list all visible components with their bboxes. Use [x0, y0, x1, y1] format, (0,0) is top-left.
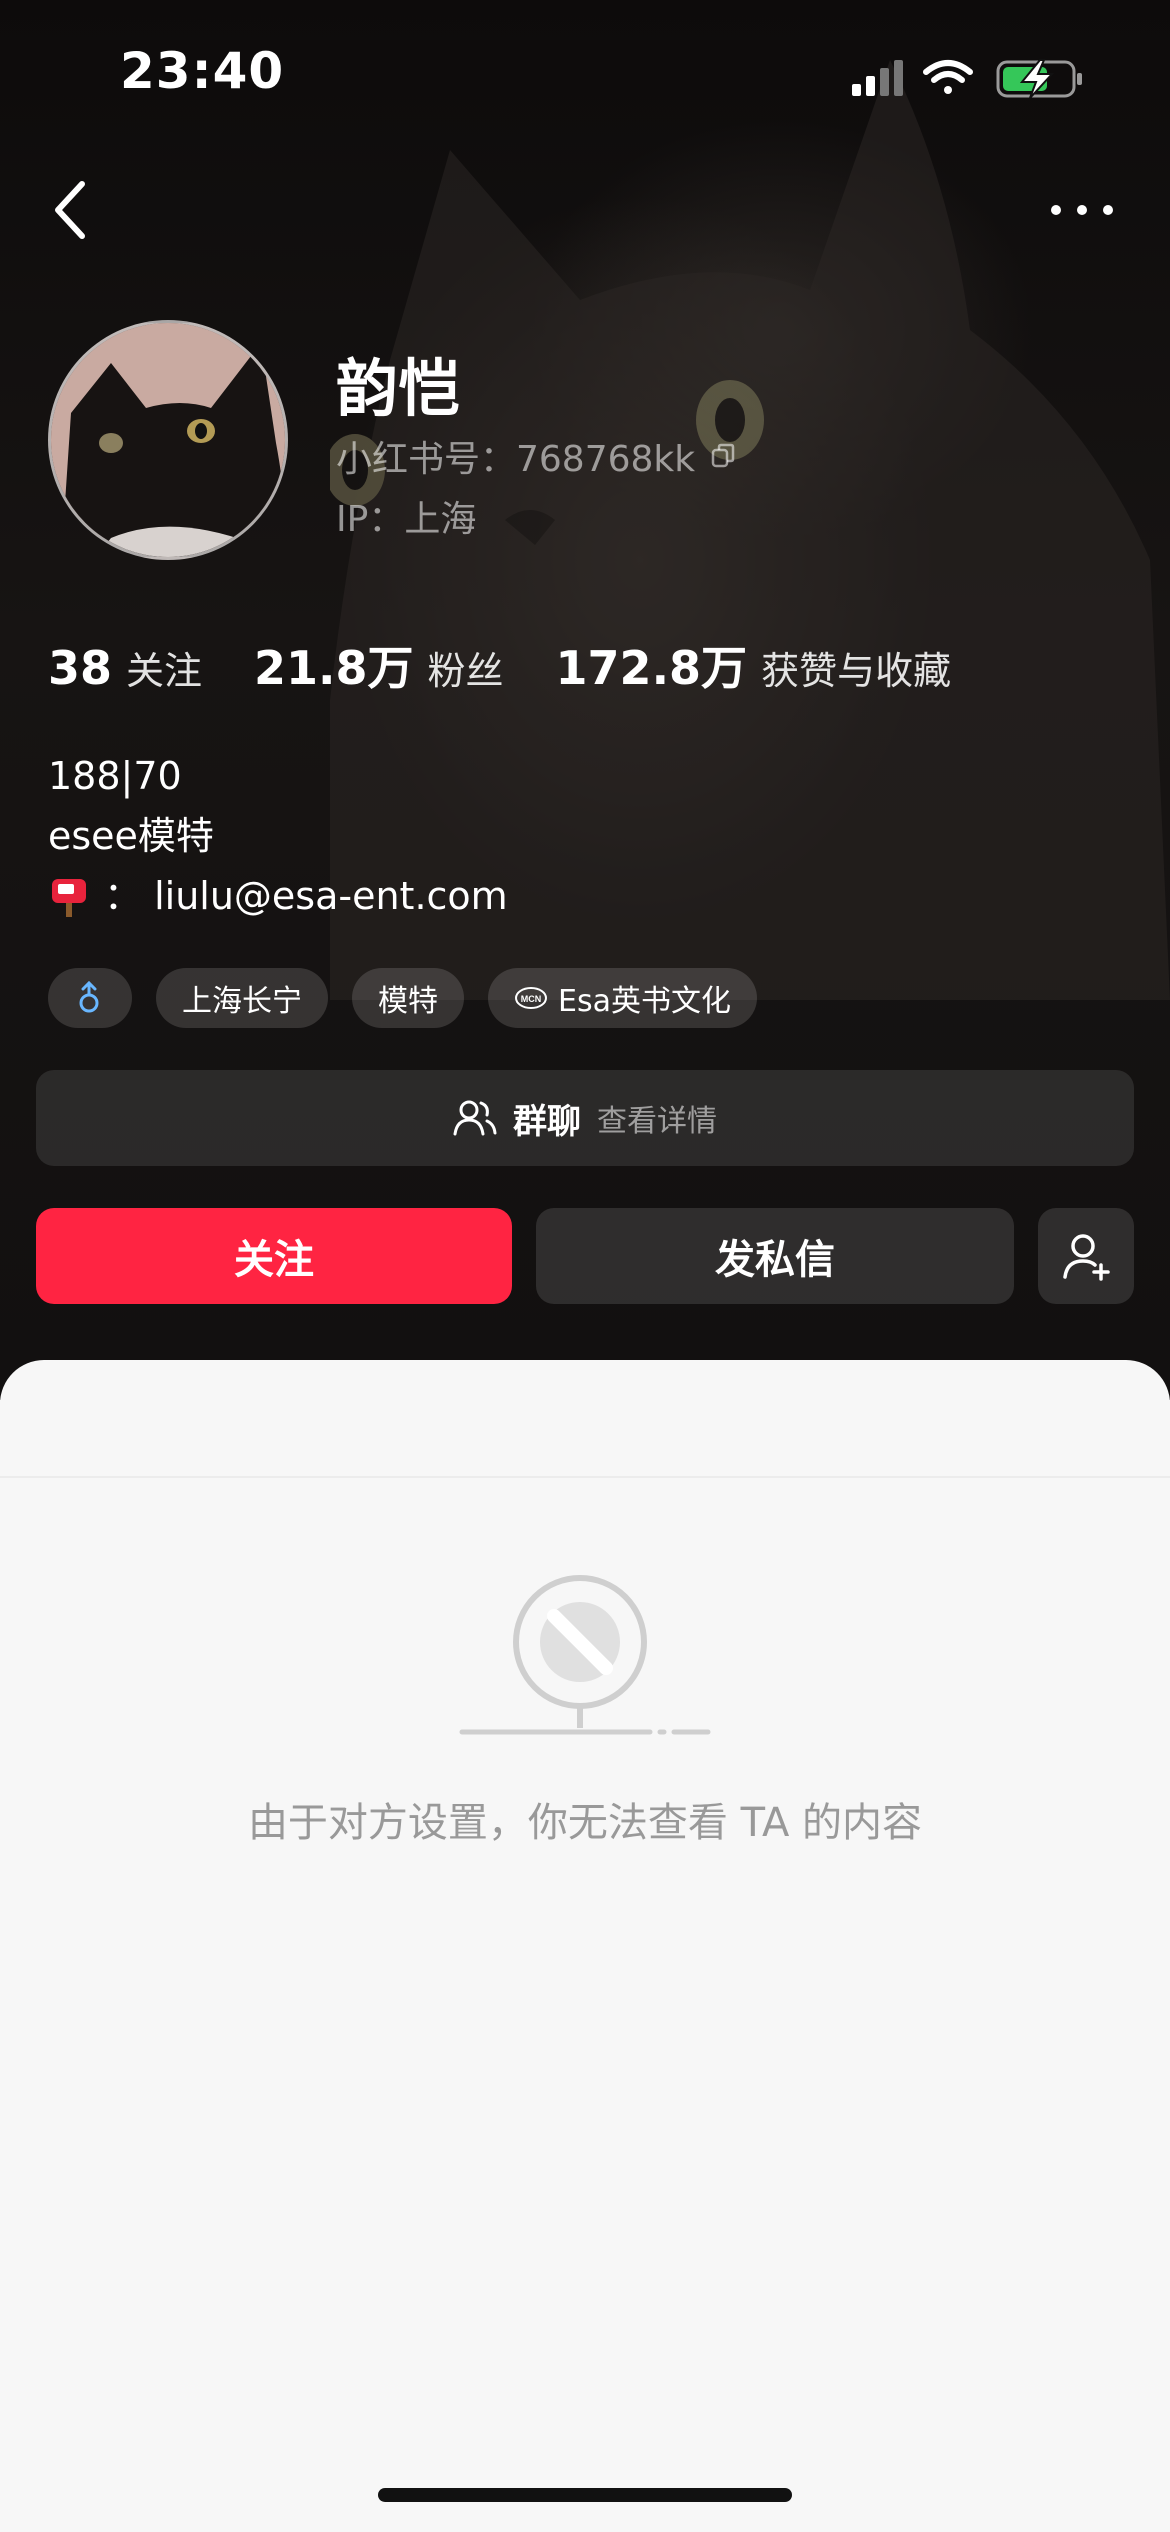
wifi-icon	[923, 60, 973, 94]
tag-label: Esa英书文化	[558, 984, 731, 1019]
chevron-left-icon[interactable]	[44, 170, 104, 250]
copy-icon[interactable]	[709, 442, 737, 470]
bio-contact-line: ： liulu@esa-ent.com	[48, 866, 508, 926]
tag-location: 上海长宁	[156, 968, 328, 1028]
stat-label: 粉丝	[427, 649, 504, 693]
ip-location: IP：上海	[336, 499, 477, 540]
content-sheet: 由于对方设置，你无法查看 TA 的内容	[0, 1360, 1170, 2532]
svg-text:MCN: MCN	[521, 994, 542, 1004]
bio-line: esee模特	[48, 814, 214, 858]
bio: 188|70 esee模特 ： liulu@esa-ent.com	[48, 746, 508, 926]
stat-value: 172.8万	[555, 641, 748, 695]
tag-occupation: 模特	[352, 968, 464, 1028]
restricted-content-icon	[459, 1575, 711, 1735]
profile-page: 23:40 韵恺 小红书号：768768kk IP：上海 38 关注 21.8万…	[0, 0, 1170, 2532]
mailbox-emoji	[52, 879, 86, 917]
follow-button[interactable]: 关注	[36, 1208, 512, 1304]
stat-value: 38	[48, 641, 113, 695]
avatar[interactable]	[48, 320, 288, 560]
display-name: 韵恺	[336, 352, 461, 425]
stat-label: 关注	[126, 649, 203, 693]
bio-line: 188|70	[48, 754, 182, 798]
tag-mcn[interactable]: MCN Esa英书文化	[488, 968, 757, 1028]
bio-email: ： liulu@esa-ent.com	[104, 874, 508, 918]
tag-gender	[48, 968, 132, 1028]
cellular-signal-icon	[852, 60, 903, 96]
status-icons	[852, 59, 1082, 99]
stat-following[interactable]: 38 关注	[48, 640, 202, 695]
status-time: 23:40	[120, 42, 285, 100]
tag-label: 模特	[378, 984, 438, 1019]
stat-label: 获赞与收藏	[761, 649, 952, 693]
empty-state-message: 由于对方设置，你无法查看 TA 的内容	[247, 1800, 923, 1846]
group-chat-subtitle: 查看详情	[597, 1104, 717, 1139]
send-message-button[interactable]: 发私信	[536, 1208, 1014, 1304]
divider	[0, 1476, 1170, 1478]
avatar-cat-photo	[51, 323, 285, 557]
user-id: 小红书号：768768kk	[336, 439, 696, 480]
male-gender-icon	[79, 981, 99, 1013]
group-chat-card[interactable]: 群聊 查看详情	[36, 1070, 1134, 1166]
home-indicator[interactable]	[378, 2488, 792, 2502]
stat-likes-and-collects[interactable]: 172.8万 获赞与收藏	[556, 632, 952, 698]
stat-followers[interactable]: 21.8万 粉丝	[254, 632, 504, 698]
add-friend-button[interactable]	[1038, 1208, 1134, 1304]
tag-label: 上海长宁	[182, 984, 302, 1019]
battery-charging-icon	[996, 59, 1082, 99]
status-bar: 23:40	[0, 0, 1170, 150]
profile-actions: 关注 发私信	[36, 1208, 1134, 1304]
add-user-icon	[1063, 1234, 1110, 1281]
stat-value: 21.8万	[254, 641, 414, 695]
tag-list: 上海长宁 模特 MCN Esa英书文化	[48, 968, 757, 1028]
stats-row: 38 关注 21.8万 粉丝 172.8万 获赞与收藏	[48, 632, 1003, 698]
user-id-row[interactable]: 小红书号：768768kk	[336, 430, 737, 482]
ellipsis-icon[interactable]	[1042, 180, 1122, 240]
group-chat-title: 群聊	[513, 1101, 581, 1142]
group-users-icon	[453, 1100, 497, 1136]
profile-header-background: 23:40 韵恺 小红书号：768768kk IP：上海 38 关注 21.8万…	[0, 0, 1170, 1400]
mcn-icon: MCN	[515, 987, 547, 1009]
